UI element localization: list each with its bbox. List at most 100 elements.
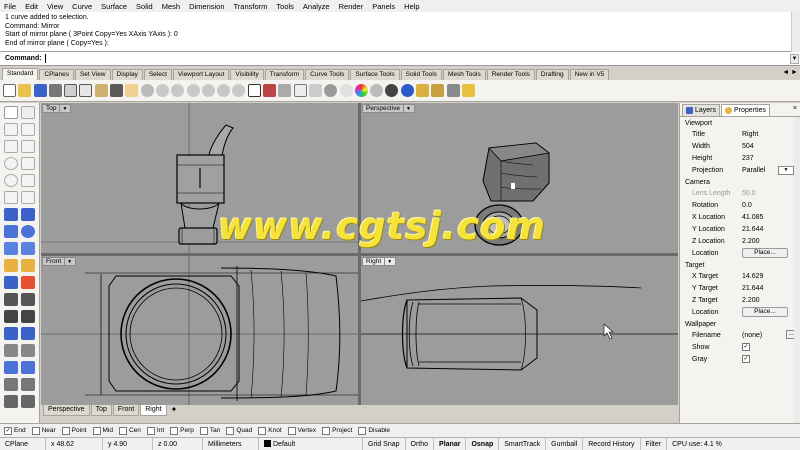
save-icon[interactable] <box>33 84 47 97</box>
target-place-button[interactable]: Place... <box>742 307 788 317</box>
prop-value-z-location[interactable]: 2.200 <box>742 238 798 245</box>
menu-file[interactable]: File <box>4 2 16 11</box>
menu-solid[interactable]: Solid <box>136 2 153 11</box>
cylinder-icon[interactable] <box>4 242 18 255</box>
curve-icon[interactable] <box>21 140 35 153</box>
pan-hand-icon[interactable] <box>125 84 139 97</box>
fillet-icon[interactable] <box>4 259 18 272</box>
surface-icon[interactable] <box>4 208 18 221</box>
status-layer[interactable]: Default <box>259 437 363 450</box>
menu-panels[interactable]: Panels <box>372 2 395 11</box>
show-wallpaper-checkbox[interactable]: ✓ <box>742 343 750 351</box>
viewport-perspective[interactable]: Perspective ▼ <box>361 103 678 253</box>
array-icon[interactable] <box>4 361 18 374</box>
join-icon[interactable] <box>4 310 18 323</box>
tab-drafting[interactable]: Drafting <box>535 69 569 80</box>
viewport-title-top[interactable]: Top ▼ <box>42 104 72 113</box>
command-line[interactable]: Command: ▼ <box>0 52 800 66</box>
line-icon[interactable] <box>4 140 18 153</box>
chevron-down-icon[interactable]: ▼ <box>778 165 794 175</box>
camera-place-button[interactable]: Place... <box>742 248 788 258</box>
dark-sphere-icon[interactable] <box>385 84 399 97</box>
prop-value-z-target[interactable]: 2.200 <box>742 297 798 304</box>
rotate-view-icon[interactable] <box>140 84 154 97</box>
tab-surface-tools[interactable]: Surface Tools <box>350 69 400 80</box>
material-sphere-icon[interactable] <box>370 84 384 97</box>
prop-value-rotation[interactable]: 0.0 <box>742 202 798 209</box>
rectangle-icon[interactable] <box>21 174 35 187</box>
panel-scrollbar[interactable] <box>794 117 800 423</box>
text-icon[interactable] <box>4 276 18 289</box>
viewport-front[interactable]: Front ▼ <box>41 256 358 405</box>
box-solid-icon[interactable] <box>4 225 18 238</box>
tab-render-tools[interactable]: Render Tools <box>486 69 535 80</box>
tab-scroll-arrows-icon[interactable]: ◄ ► <box>782 69 798 76</box>
analyze-icon[interactable] <box>21 378 35 391</box>
osnap-checkbox[interactable]: ✓ <box>4 426 12 435</box>
tab-properties[interactable]: Properties <box>721 104 770 116</box>
toggle-record-history[interactable]: Record History <box>583 437 641 450</box>
menu-view[interactable]: View <box>47 2 63 11</box>
print-icon[interactable] <box>48 84 62 97</box>
osnap-perp[interactable]: Perp <box>170 426 194 435</box>
help-icon[interactable] <box>461 84 475 97</box>
osnap-mid[interactable]: Mid <box>92 426 113 435</box>
select-points-icon[interactable] <box>21 106 35 119</box>
viewport-menu-icon[interactable]: ▼ <box>402 104 411 113</box>
toggle-filter[interactable]: Filter <box>641 437 668 450</box>
menu-analyze[interactable]: Analyze <box>303 2 330 11</box>
menu-curve[interactable]: Curve <box>72 2 92 11</box>
history-scrollbar[interactable] <box>791 12 800 52</box>
menu-dimension[interactable]: Dimension <box>189 2 224 11</box>
wireframe-icon[interactable] <box>308 84 322 97</box>
options-icon[interactable] <box>431 84 445 97</box>
tab-visibility[interactable]: Visibility <box>230 69 264 80</box>
blue-sphere-icon[interactable] <box>400 84 414 97</box>
prop-value-x-target[interactable]: 14.629 <box>742 273 798 280</box>
osnap-checkbox[interactable] <box>92 426 101 435</box>
add-viewport-icon[interactable]: ✦ <box>171 405 178 415</box>
toggle-planar[interactable]: Planar <box>434 437 467 450</box>
copy-icon[interactable] <box>79 84 93 97</box>
osnap-checkbox[interactable] <box>358 426 367 435</box>
osnap-checkbox[interactable] <box>258 426 267 435</box>
tab-cplanes[interactable]: CPlanes <box>39 69 74 80</box>
osnap-near[interactable]: Near <box>31 426 56 435</box>
copy-object-icon[interactable] <box>21 327 35 340</box>
close-panel-icon[interactable]: × <box>793 105 797 112</box>
tab-viewport-layout[interactable]: Viewport Layout <box>172 69 230 80</box>
osnap-checkbox[interactable] <box>146 426 155 435</box>
osnap-checkbox[interactable] <box>31 426 40 435</box>
osnap-checkbox[interactable] <box>322 426 331 435</box>
viewport-right[interactable]: Right ▼ <box>361 256 678 405</box>
osnap-checkbox[interactable] <box>287 426 296 435</box>
shaded-icon[interactable] <box>324 84 338 97</box>
paste-icon[interactable] <box>94 84 108 97</box>
viewport-menu-icon[interactable]: ▼ <box>64 257 72 266</box>
zoom-extents-all-icon[interactable] <box>217 84 231 97</box>
select-arrow-icon[interactable] <box>4 106 18 119</box>
osnap-quad[interactable]: Quad <box>226 426 252 435</box>
viewport-menu-icon[interactable]: ▼ <box>59 104 67 113</box>
osnap-checkbox[interactable] <box>226 426 235 435</box>
viewtab-perspective[interactable]: Perspective <box>43 405 90 416</box>
toggle-ortho[interactable]: Ortho <box>406 437 435 450</box>
viewport-title-perspective[interactable]: Perspective ▼ <box>362 104 415 113</box>
toggle-grid-snap[interactable]: Grid Snap <box>363 437 406 450</box>
group-icon[interactable] <box>21 310 35 323</box>
lights-icon[interactable] <box>416 84 430 97</box>
scale-icon[interactable] <box>21 344 35 357</box>
tab-set-view[interactable]: Set View <box>74 69 111 80</box>
viewport-title-right[interactable]: Right ▼ <box>362 257 397 266</box>
trim-icon[interactable] <box>4 293 18 306</box>
tab-display[interactable]: Display <box>111 69 143 80</box>
osnap-checkbox[interactable] <box>170 426 179 435</box>
cut-icon[interactable] <box>64 84 78 97</box>
toggle-smarttrack[interactable]: SmartTrack <box>499 437 547 450</box>
osnap-disable[interactable]: Disable <box>358 426 390 435</box>
undo-icon[interactable] <box>110 84 124 97</box>
menu-render[interactable]: Render <box>339 2 364 11</box>
command-dropdown-icon[interactable]: ▼ <box>790 54 799 64</box>
zoom-dynamic-icon[interactable] <box>155 84 169 97</box>
tab-select[interactable]: Select <box>143 69 172 80</box>
